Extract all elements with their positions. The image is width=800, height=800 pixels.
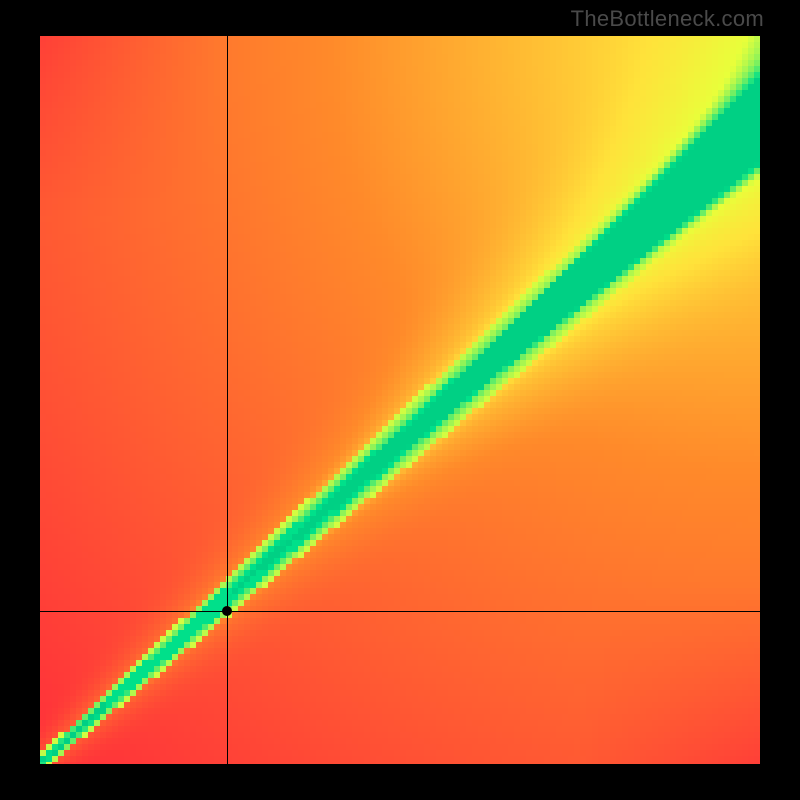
plot-area <box>40 36 760 764</box>
chart-container: TheBottleneck.com <box>0 0 800 800</box>
watermark-text: TheBottleneck.com <box>571 6 764 32</box>
crosshair-vertical <box>227 36 228 764</box>
heatmap-canvas <box>40 36 760 764</box>
crosshair-horizontal <box>40 611 760 612</box>
